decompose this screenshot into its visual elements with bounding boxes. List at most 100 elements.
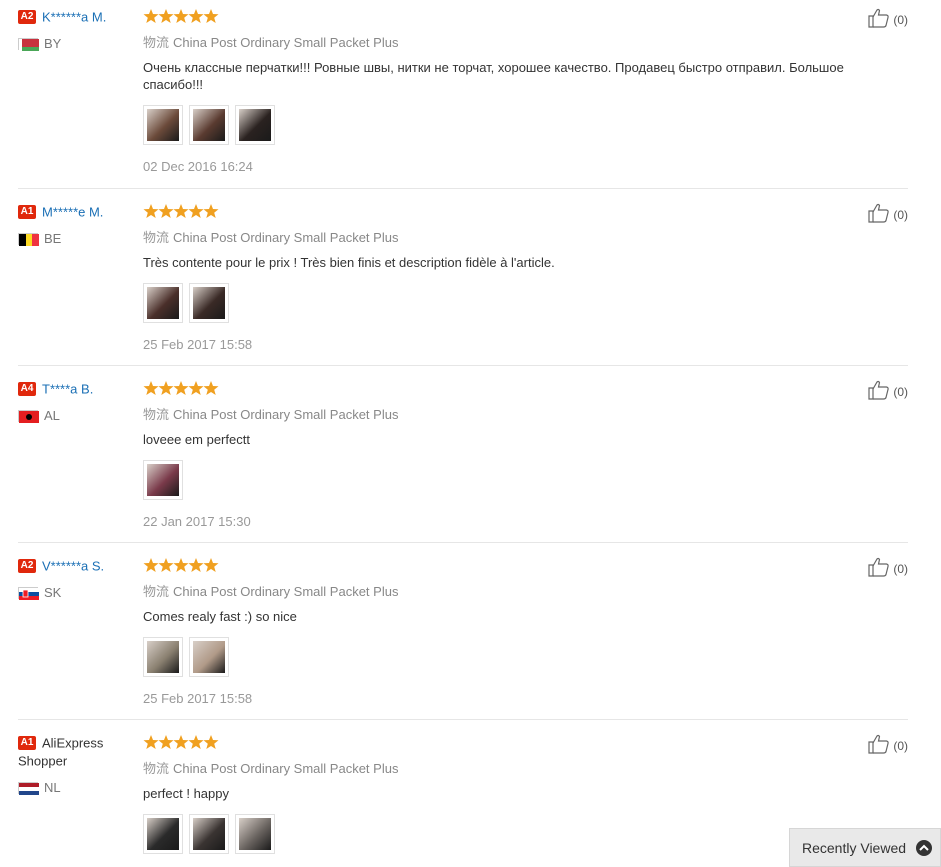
review-photo-thumbnail[interactable] [143,460,183,500]
thumbs-up-icon [868,380,893,403]
thumbs-up-icon [868,734,893,757]
review-divider [18,542,908,543]
helpful-button[interactable]: (0) [868,203,908,226]
reviewer-name[interactable]: K******a M. [42,9,106,24]
review-photos [143,105,893,145]
logistics-method: China Post Ordinary Small Packet Plus [173,584,399,599]
review-content: 物流 China Post Ordinary Small Packet Plus C… [143,557,893,706]
logistics-method: China Post Ordinary Small Packet Plus [173,761,399,776]
reviewer-info: A2 V******a S. SK [18,557,138,600]
recently-viewed-button[interactable]: Recently Viewed [789,828,941,867]
reviewer-country: BY [18,36,138,51]
helpful-count: (0) [893,384,908,399]
helpful-count: (0) [893,561,908,576]
review-photos [143,283,893,323]
review-photo [193,287,225,319]
star-rating [143,203,893,219]
review-photo [239,818,271,850]
logistics-info: 物流 China Post Ordinary Small Packet Plus [143,227,893,246]
review-photo [147,818,179,850]
review-photo-thumbnail[interactable] [143,105,183,145]
buyer-level-badge: A2 [18,9,36,24]
review-photo [193,818,225,850]
review-date: 25 Feb 2017 15:58 [143,691,253,706]
review-divider [18,719,908,720]
review-text: Comes realy fast :) so nice [143,609,297,624]
thumbs-up-icon [868,203,893,226]
helpful-count: (0) [893,207,908,222]
logistics-info: 物流 China Post Ordinary Small Packet Plus [143,404,893,423]
review-text: Очень классные перчатки!!! Ровные швы, н… [143,60,844,92]
review-photo [147,109,179,141]
star-rating [143,734,893,750]
country-code: BE [44,231,62,246]
thumbs-up-icon [868,8,893,31]
review-photo-thumbnail[interactable] [189,814,229,854]
recently-viewed-label: Recently Viewed [802,839,907,856]
review-photo-thumbnail[interactable] [189,283,229,323]
logistics-label: 物流 [143,761,170,776]
review-photo [147,641,179,673]
logistics-info: 物流 China Post Ordinary Small Packet Plus [143,581,893,600]
review-photo-thumbnail[interactable] [235,814,275,854]
country-code: BY [44,36,62,51]
review-photo-thumbnail[interactable] [143,814,183,854]
review-photo-thumbnail[interactable] [235,105,275,145]
country-flag-icon [18,37,39,51]
logistics-info: 物流 China Post Ordinary Small Packet Plus [143,758,893,777]
helpful-button[interactable]: (0) [868,380,908,403]
logistics-method: China Post Ordinary Small Packet Plus [173,230,399,245]
buyer-level-badge: A1 [18,204,36,219]
helpful-button[interactable]: (0) [868,557,908,580]
thumbs-up-icon [868,557,893,580]
helpful-button[interactable]: (0) [868,734,908,757]
logistics-label: 物流 [143,35,170,50]
star-rating [143,557,893,573]
reviewer-name[interactable]: M*****e M. [42,204,103,219]
helpful-button[interactable]: (0) [868,8,908,31]
helpful-count: (0) [893,12,908,27]
review-text: Très contente pour le prix ! Très bien f… [143,255,555,270]
buyer-level-badge: A1 [18,735,36,750]
reviewer-name[interactable]: T****a B. [42,381,93,396]
country-flag-icon [18,232,39,246]
logistics-label: 物流 [143,407,170,422]
reviewer-info: A1 AliExpress Shopper NL [18,734,138,795]
star-rating [143,380,893,396]
review-photo-thumbnail[interactable] [143,637,183,677]
review-content: 物流 China Post Ordinary Small Packet Plus l… [143,380,893,529]
review-photo [193,109,225,141]
reviewer-info: A4 T****a B. AL [18,380,138,423]
review-divider [18,188,908,189]
country-flag-icon [18,409,39,423]
review-photo [193,641,225,673]
logistics-label: 物流 [143,584,170,599]
review-photos [143,460,893,500]
logistics-method: China Post Ordinary Small Packet Plus [173,407,399,422]
review-content: 物流 China Post Ordinary Small Packet Plus T… [143,203,893,352]
review-text: perfect ! happy [143,786,229,801]
review-photo-thumbnail[interactable] [189,105,229,145]
country-flag-icon [18,781,39,795]
review-date: 02 Dec 2016 16:24 [143,159,253,174]
review-photo-thumbnail[interactable] [189,637,229,677]
review-content: 物流 China Post Ordinary Small Packet Plus p… [143,734,893,854]
review-photos [143,637,893,677]
logistics-info: 物流 China Post Ordinary Small Packet Plus [143,32,893,51]
buyer-level-badge: A2 [18,558,36,573]
buyer-level-badge: A4 [18,381,36,396]
logistics-label: 物流 [143,230,170,245]
review-photo-thumbnail[interactable] [143,283,183,323]
reviewer-name[interactable]: V******a S. [42,558,104,573]
country-code: SK [44,585,62,600]
review-content: 物流 China Post Ordinary Small Packet Plus О… [143,8,893,174]
review-date: 25 Feb 2017 15:58 [143,337,253,352]
review-photo [147,464,179,496]
reviewer-info: A2 K******a M. BY [18,8,138,51]
reviewer-country: AL [18,408,138,423]
country-code: NL [44,780,61,795]
review-photos [143,814,893,854]
review-divider [18,365,908,366]
reviewer-country: SK [18,585,138,600]
star-rating [143,8,893,24]
